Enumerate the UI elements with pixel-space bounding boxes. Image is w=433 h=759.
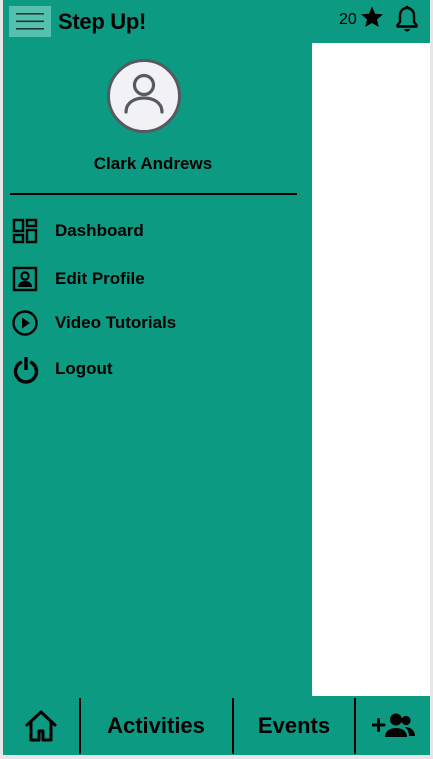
menu-button[interactable] (9, 6, 51, 37)
bottom-navigation: Activities Events (3, 696, 430, 755)
app-title: Step Up! (58, 9, 147, 34)
play-circle-icon (12, 310, 38, 336)
hamburger-icon (16, 13, 44, 30)
profile-card-icon (12, 266, 38, 292)
nav-item-label: Edit Profile (55, 269, 145, 288)
drawer-divider (10, 193, 297, 195)
user-name: Clark Andrews (93, 154, 213, 173)
nav-item-edit-profile[interactable]: Edit Profile (11, 265, 291, 299)
bell-icon[interactable] (394, 5, 420, 33)
tab-events[interactable]: Events (234, 696, 354, 755)
nav-item-logout[interactable]: Logout (11, 355, 291, 389)
tab-activities[interactable]: Activities (81, 696, 231, 755)
power-icon (13, 357, 39, 384)
top-app-bar: Step Up! 20 (3, 0, 430, 43)
user-avatar-icon (124, 73, 164, 114)
nav-item-label: Dashboard (55, 221, 144, 240)
tab-activities-label: Activities (107, 713, 205, 738)
tab-events-label: Events (257, 713, 331, 738)
dashboard-icon (12, 218, 38, 244)
nav-item-dashboard[interactable]: Dashboard (11, 217, 291, 251)
star-icon (361, 6, 383, 27)
nav-item-label: Logout (55, 359, 113, 378)
nav-item-label: Video Tutorials (55, 313, 177, 332)
main-content-pane (312, 43, 430, 696)
home-icon (25, 710, 57, 742)
points-count: 20 (339, 11, 357, 28)
user-avatar[interactable] (107, 59, 181, 133)
app-frame: Step Up! 20 Clark Andrews Dashboard Edit… (3, 0, 430, 755)
nav-item-video-tutorials[interactable]: Video Tutorials (11, 309, 291, 343)
navigation-drawer: Clark Andrews Dashboard Edit Profile Vid… (3, 43, 312, 696)
add-friend-icon (372, 713, 415, 737)
tab-home[interactable] (3, 696, 79, 755)
tab-add-friend[interactable] (356, 696, 430, 755)
